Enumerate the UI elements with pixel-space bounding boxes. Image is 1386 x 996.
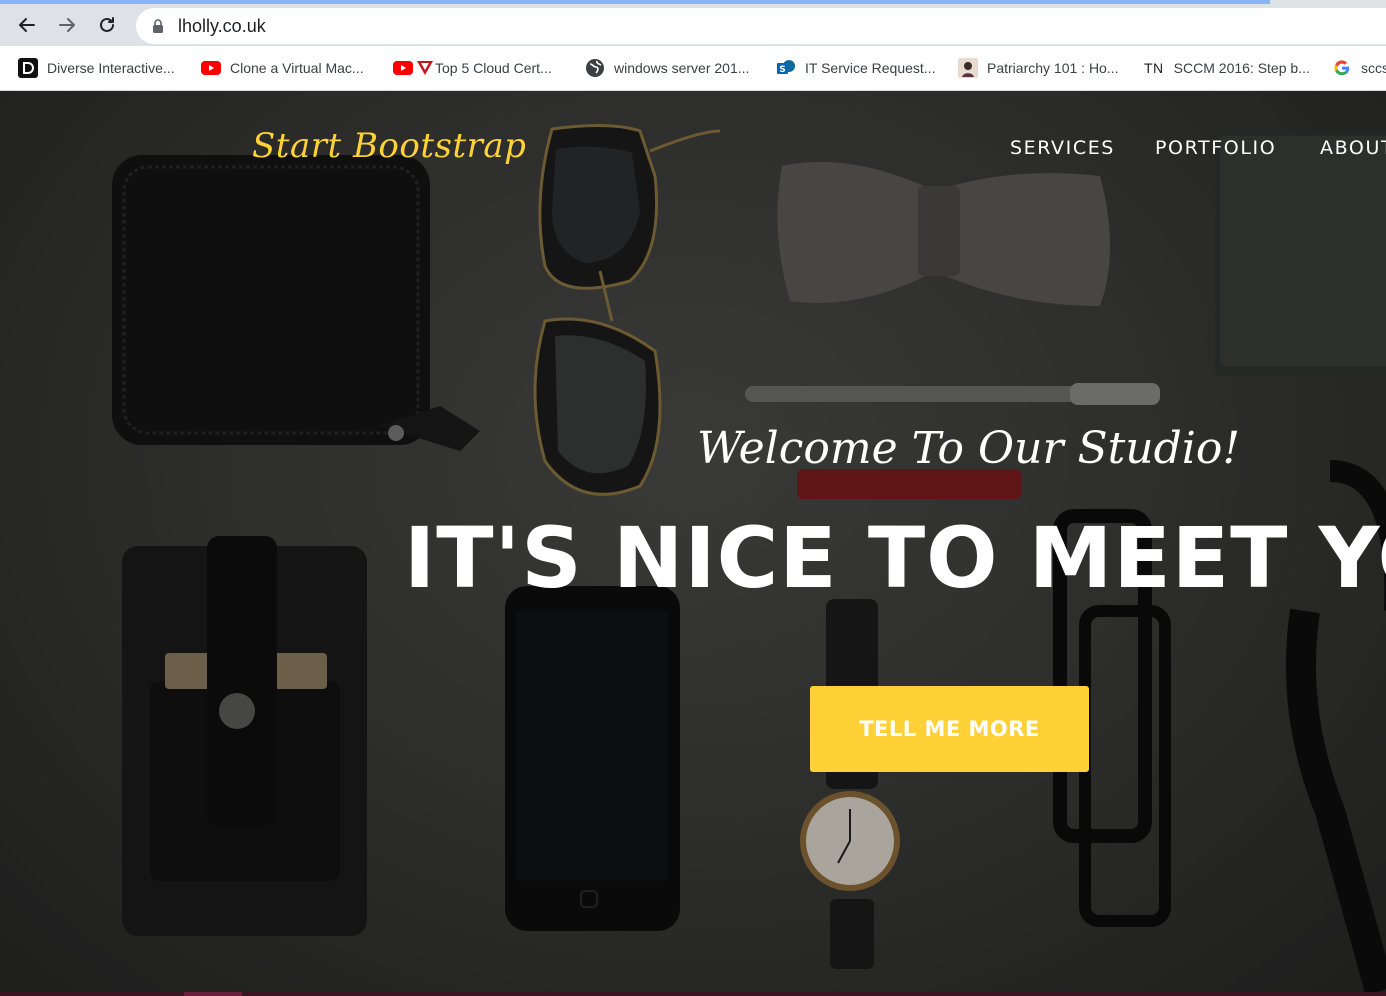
tell-me-more-button[interactable]: TELL ME MORE — [810, 686, 1089, 772]
bookmark-it-service-request[interactable]: S IT Service Request... — [776, 56, 935, 80]
bookmark-label: Top 5 Cloud Cert... — [435, 60, 552, 76]
bottom-strip-highlight — [184, 992, 242, 996]
youtube-icon — [393, 58, 413, 78]
bookmark-windows-server[interactable]: windows server 201... — [585, 56, 749, 80]
red-triangle-icon — [417, 58, 433, 78]
globe-icon — [585, 58, 605, 78]
back-arrow-icon — [19, 18, 35, 32]
bookmarks-bar: Diverse Interactive... Clone a Virtual M… — [0, 46, 1386, 91]
bookmark-sccm-2016[interactable]: TN SCCM 2016: Step b... — [1144, 56, 1310, 80]
sharepoint-icon: S — [776, 58, 796, 78]
bookmark-label: Clone a Virtual Mac... — [230, 60, 364, 76]
url-text: lholly.co.uk — [178, 16, 266, 36]
google-icon — [1332, 58, 1352, 78]
hero-subheading: Welcome To Our Studio! — [697, 423, 1241, 474]
nav-link-services[interactable]: SERVICES — [1010, 137, 1115, 159]
bookmark-label: IT Service Request... — [805, 60, 936, 76]
bookmark-label: Diverse Interactive... — [47, 60, 175, 76]
bookmark-label: windows server 201... — [614, 60, 750, 76]
site-brand-logo[interactable]: Start Bootstrap — [252, 126, 526, 166]
avatar-icon — [958, 58, 978, 78]
browser-toolbar: lholly.co.uk — [0, 0, 1386, 46]
bookmark-label: Patriarchy 101 : Ho... — [987, 60, 1119, 76]
hero-section: Start Bootstrap SERVICES PORTFOLIO ABOUT… — [0, 91, 1386, 996]
bookmark-patriarchy-101[interactable]: Patriarchy 101 : Ho... — [958, 56, 1119, 80]
bookmark-diverse-interactive[interactable]: Diverse Interactive... — [18, 56, 175, 80]
hero-heading: IT'S NICE TO MEET YOU — [404, 509, 1386, 607]
forward-button[interactable] — [53, 11, 81, 39]
bookmark-sccs[interactable]: sccs — [1332, 56, 1386, 80]
nav-link-portfolio[interactable]: PORTFOLIO — [1155, 137, 1276, 159]
bookmark-clone-virtual-mac[interactable]: Clone a Virtual Mac... — [201, 56, 364, 80]
bookmark-top5-cloud[interactable]: Top 5 Cloud Cert... — [393, 56, 552, 80]
forward-arrow-icon — [59, 18, 75, 32]
bookmark-label: sccs — [1361, 60, 1386, 76]
reload-icon — [100, 17, 114, 32]
tn-icon: TN — [1144, 60, 1164, 76]
lock-icon — [153, 19, 163, 33]
bookmark-label: SCCM 2016: Step b... — [1173, 60, 1310, 76]
back-button[interactable] — [13, 11, 41, 39]
address-bar[interactable]: lholly.co.uk — [136, 8, 1386, 44]
d-logo-icon — [18, 58, 38, 78]
reload-button[interactable] — [93, 11, 121, 39]
bottom-strip — [0, 992, 1386, 996]
youtube-icon — [201, 58, 221, 78]
nav-link-about[interactable]: ABOUT — [1320, 137, 1386, 159]
svg-text:S: S — [779, 65, 785, 75]
active-tab-indicator — [0, 0, 1270, 4]
